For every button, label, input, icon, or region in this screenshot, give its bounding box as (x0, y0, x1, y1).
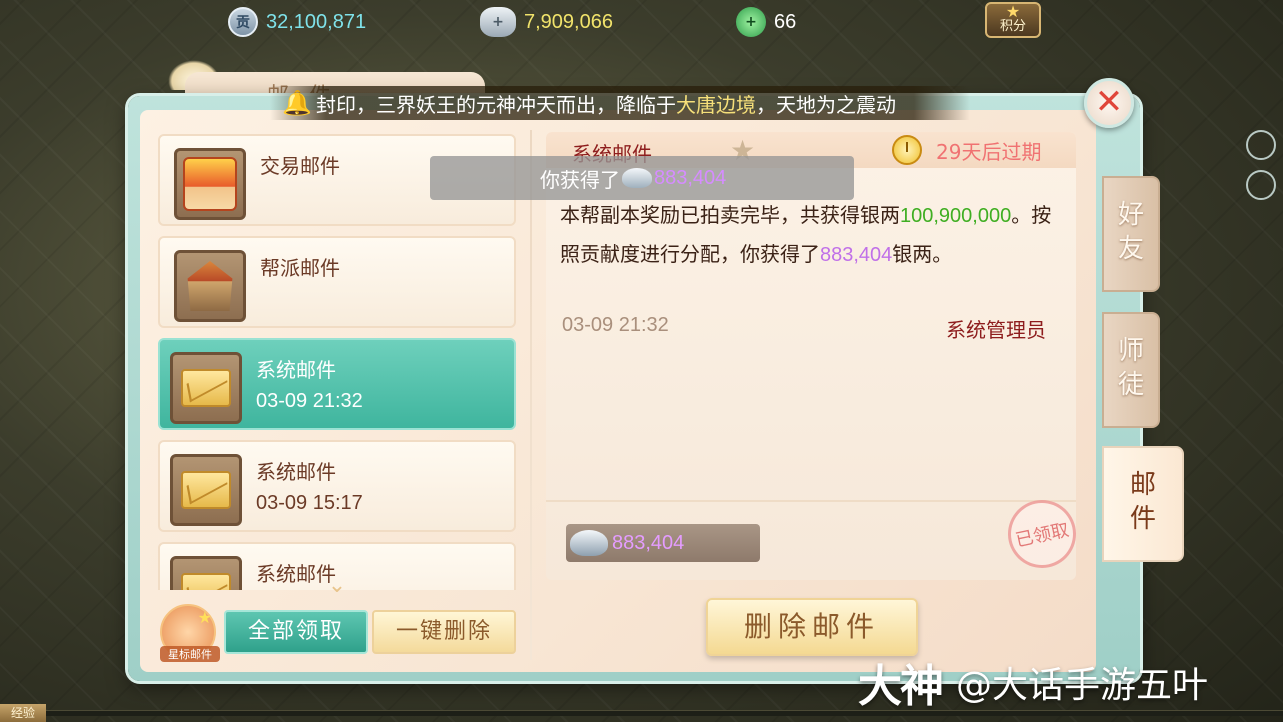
mail-item-name: 帮派邮件 (260, 256, 340, 280)
mail-item-time: 03-09 21:32 (256, 390, 363, 412)
mail-date: 03-09 21:32 (562, 314, 669, 336)
delete-all-button[interactable]: 一键删除 (372, 610, 516, 654)
mail-item-name: 系统邮件 (256, 358, 336, 382)
close-button[interactable]: ✕ (1084, 78, 1134, 128)
delete-mail-button[interactable]: 删除邮件 (706, 598, 918, 656)
announcement-highlight: 大唐边境 (676, 92, 756, 117)
tab-mail[interactable]: 邮件 (1102, 446, 1184, 562)
claim-all-button[interactable]: 全部领取 (224, 610, 368, 654)
tab-label: 邮件 (1130, 470, 1157, 534)
star-mail-label: 星标邮件 (160, 646, 220, 662)
star-icon: ★ (1005, 2, 1021, 21)
received-silver-amount: 883,404 (820, 244, 893, 266)
tab-label: 师徒 (1118, 336, 1145, 400)
currency-bar: 贡 32,100,871 + 7,909,066 + 66 ★ 积分 (0, 0, 1283, 46)
contribution-currency: 贡 32,100,871 (228, 6, 366, 38)
jade-currency[interactable]: + 66 (736, 6, 796, 38)
toast-amount: 883,404 (654, 166, 727, 189)
jade-add-icon[interactable]: + (736, 7, 766, 37)
watermark: 大神 @大话手游五叶 (858, 652, 1208, 712)
tab-mentor[interactable]: 师徒 (1102, 312, 1160, 428)
silver-ingot-icon (570, 530, 608, 556)
exp-label: 经验 (0, 704, 46, 722)
watermark-text: @大话手游五叶 (956, 665, 1209, 706)
chevron-down-icon: ⌄ (327, 573, 347, 598)
mail-sender: 系统管理员 (946, 318, 1046, 342)
mail-item-system-selected[interactable]: 系统邮件 03-09 21:32 (158, 338, 516, 430)
tab-label: 好友 (1118, 200, 1145, 264)
trade-shop-icon (174, 148, 246, 220)
silver-ingot-icon (622, 168, 652, 188)
expiry-info: 29天后过期 (892, 134, 1041, 166)
exp-bar (46, 710, 1283, 716)
points-button[interactable]: ★ 积分 (985, 2, 1041, 38)
toast-prefix: 你获得了 (540, 167, 620, 192)
tab-friends[interactable]: 好友 (1102, 176, 1160, 292)
reward-toast: 你获得了 883,404 (430, 156, 854, 200)
attachment-silver[interactable]: 883,404 (566, 524, 760, 562)
silver-currency[interactable]: + 7,909,066 (480, 6, 613, 38)
silver-value: 7,909,066 (524, 10, 613, 33)
envelope-icon (170, 454, 242, 526)
star-icon: ★ (197, 608, 212, 627)
bell-icon: 🔔 (282, 89, 312, 117)
close-icon: ✕ (1094, 82, 1124, 122)
divider (530, 130, 532, 660)
guild-pavilion-icon (174, 250, 246, 322)
expiry-text: 29天后过期 (936, 139, 1042, 164)
mail-item-time: 03-09 15:17 (256, 492, 363, 514)
announcement-marquee: 🔔 封印，三界妖王的元神冲天而出，降临于大唐边境，天地为之震动 (270, 86, 970, 120)
mail-item-system[interactable]: 系统邮件 03-09 15:17 (158, 440, 516, 532)
mail-item-name: 交易邮件 (260, 154, 340, 178)
alarm-clock-icon (892, 135, 922, 165)
contribution-value: 32,100,871 (266, 10, 367, 33)
right-edge-ornament (1246, 130, 1280, 210)
envelope-icon (170, 352, 242, 424)
watermark-logo: 大神 (858, 661, 944, 712)
mail-body: 本帮副本奖励已拍卖完毕，共获得银两100,900,000。按照贡献度进行分配，你… (560, 203, 1052, 266)
mail-item-guild[interactable]: 帮派邮件 (158, 236, 516, 328)
announcement-text: 封印，三界妖王的元神冲天而出，降临于大唐边境，天地为之震动 (316, 92, 896, 117)
envelope-icon (170, 556, 242, 590)
mail-item-name: 系统邮件 (256, 460, 336, 484)
attachment-amount: 883,404 (612, 531, 685, 554)
contribution-icon: 贡 (228, 7, 258, 37)
total-silver-amount: 100,900,000 (900, 205, 1012, 227)
star-mail-button[interactable]: ★ 星标邮件 (160, 604, 220, 662)
jade-value: 66 (774, 10, 797, 33)
mail-list[interactable]: 交易邮件 帮派邮件 系统邮件 03-09 21:32 系统邮件 03-09 15… (158, 134, 518, 590)
silver-ingot-add-icon[interactable]: + (480, 7, 516, 37)
